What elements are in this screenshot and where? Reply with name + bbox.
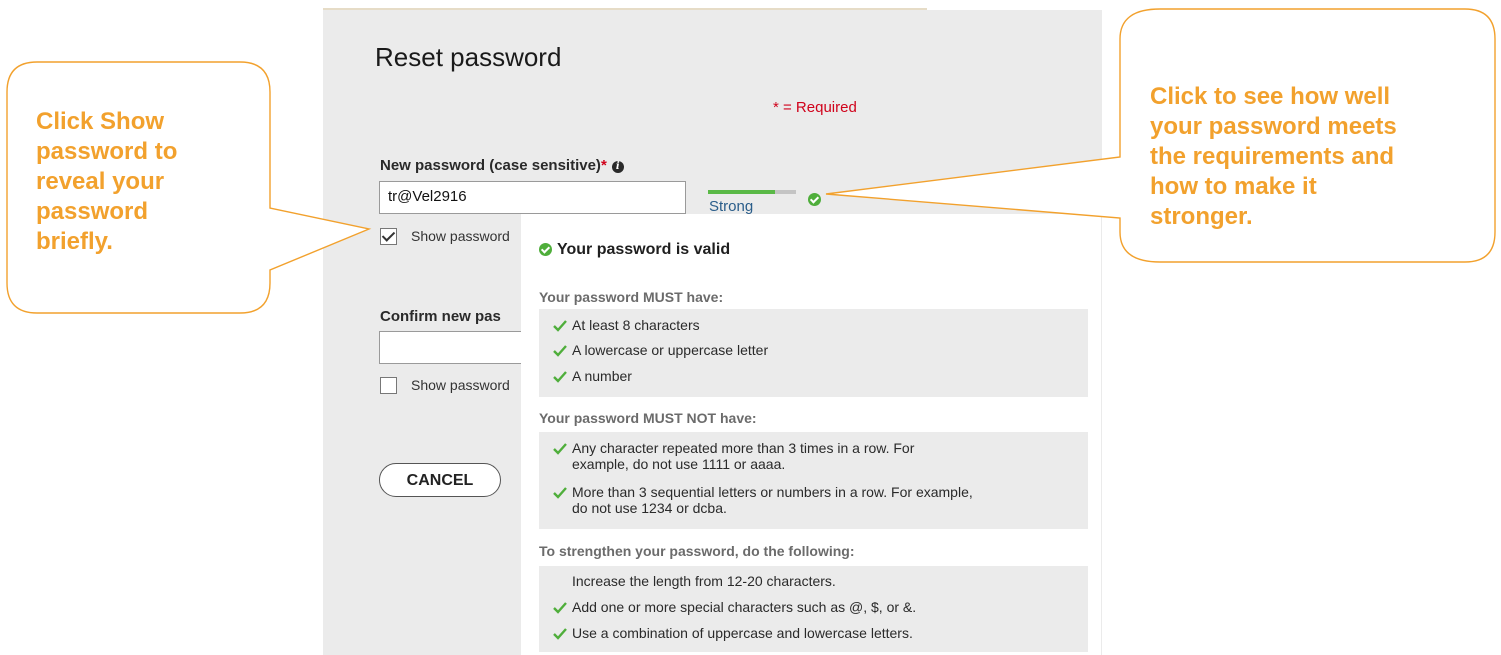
list-item-text: example, do not use 1111 or aaaa. xyxy=(572,456,786,472)
callout-line: password to xyxy=(36,138,178,165)
confirm-password-label: Confirm new pas xyxy=(380,308,501,325)
checkmark-icon xyxy=(553,320,567,332)
new-password-value: tr@Vel2916 xyxy=(388,188,467,205)
password-strength-fill xyxy=(708,190,775,194)
list-item-text: Any character repeated more than 3 times… xyxy=(572,440,915,456)
callout-line: password xyxy=(36,198,149,225)
required-note: * = Required xyxy=(773,99,857,116)
password-status-check-icon[interactable] xyxy=(808,193,821,206)
popover-title: Your password is valid xyxy=(557,241,731,258)
must-have-heading: Your password MUST have: xyxy=(539,289,724,305)
list-item-text: At least 8 characters xyxy=(572,317,700,333)
checkmark-icon xyxy=(553,443,567,455)
new-password-label: New password (case sensitive)* i xyxy=(380,157,624,174)
confirm-password-input[interactable] xyxy=(379,331,539,364)
info-icon[interactable]: i xyxy=(611,161,624,173)
confirm-show-password-checkbox[interactable] xyxy=(380,377,397,394)
show-password-checkbox[interactable] xyxy=(380,228,397,245)
callout-line: how to make it xyxy=(1150,173,1317,200)
checkmark-icon xyxy=(553,371,567,383)
list-item: Increase the length from 12-20 character… xyxy=(553,573,836,589)
strengthen-heading: To strengthen your password, do the foll… xyxy=(539,543,855,559)
checkmark-icon xyxy=(553,345,567,357)
checkmark-icon xyxy=(553,602,567,614)
callout-line: your password meets xyxy=(1150,113,1397,140)
callout-line: briefly. xyxy=(36,228,113,255)
list-item: More than 3 sequential letters or number… xyxy=(553,484,973,516)
list-item: A number xyxy=(553,368,632,384)
password-strength-meter xyxy=(708,190,796,194)
required-star: * xyxy=(600,157,607,174)
list-item: A lowercase or uppercase letter xyxy=(553,342,768,358)
new-password-label-text: New password (case sensitive) xyxy=(380,157,601,174)
list-item-text: More than 3 sequential letters or number… xyxy=(572,484,973,500)
password-strength-label: Strong xyxy=(709,198,754,215)
page-title: Reset password xyxy=(375,42,562,72)
valid-check-icon xyxy=(539,243,552,256)
show-password-label[interactable]: Show password xyxy=(411,228,510,244)
list-item-text: Increase the length from 12-20 character… xyxy=(572,573,836,589)
callout-line: stronger. xyxy=(1150,203,1253,230)
list-item: Any character repeated more than 3 times… xyxy=(553,440,914,472)
right-callout-text: Click to see how well your password meet… xyxy=(1150,82,1397,232)
list-item-text: A lowercase or uppercase letter xyxy=(572,342,769,358)
new-password-input[interactable]: tr@Vel2916 xyxy=(379,181,686,214)
checkmark-icon xyxy=(553,487,567,499)
callout-line: Click to see how well xyxy=(1150,83,1391,110)
checkmark-icon xyxy=(553,628,567,640)
callout-line: Click Show xyxy=(36,108,165,135)
callout-line: reveal your xyxy=(36,168,165,195)
list-item: Add one or more special characters such … xyxy=(553,599,916,615)
list-item-text: Use a combination of uppercase and lower… xyxy=(572,625,913,641)
list-item: Use a combination of uppercase and lower… xyxy=(553,625,913,641)
list-item-text: Add one or more special characters such … xyxy=(572,599,917,615)
list-item: At least 8 characters xyxy=(553,317,700,333)
cancel-button[interactable]: CANCEL xyxy=(379,463,501,497)
confirm-show-password-label[interactable]: Show password xyxy=(411,377,510,393)
callout-line: the requirements and xyxy=(1150,143,1395,170)
must-not-have-heading: Your password MUST NOT have: xyxy=(539,410,757,426)
left-callout-text: Click Show password to reveal your passw… xyxy=(36,107,177,257)
list-item-text: do not use 1234 or dcba. xyxy=(572,500,727,516)
